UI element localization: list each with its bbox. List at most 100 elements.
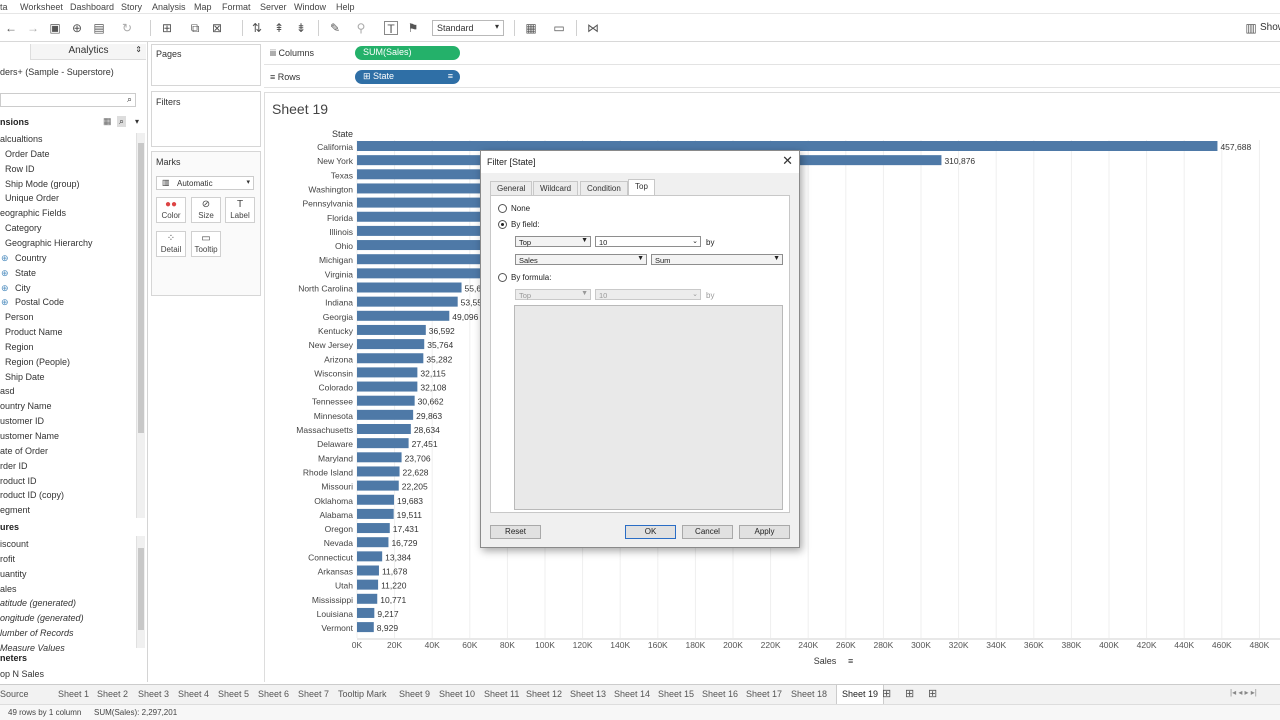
sheet-tab[interactable]: Sheet 19 <box>836 685 885 705</box>
count-select[interactable]: 10 ⌄ <box>595 236 701 247</box>
show-labels-icon[interactable]: T <box>384 21 398 36</box>
bar[interactable] <box>357 452 402 463</box>
detail-button[interactable]: ⁘ Detail <box>156 231 186 257</box>
menu-chevron-icon[interactable]: ▾ <box>135 117 139 126</box>
measures-scrollbar[interactable] <box>136 536 145 648</box>
none-radio[interactable] <box>498 204 507 213</box>
new-dashboard-icon[interactable]: ⊞ <box>905 687 914 700</box>
bar[interactable] <box>357 282 462 293</box>
bar[interactable] <box>357 494 395 505</box>
sheet-tab[interactable]: Source <box>0 689 29 699</box>
sheet-tab[interactable]: Sheet 14 <box>614 689 650 699</box>
measure-field[interactable]: atitude (generated) <box>0 598 76 608</box>
new-story-icon[interactable]: ⊞ <box>928 687 937 700</box>
dimension-field[interactable]: Row ID <box>5 164 35 174</box>
dimension-field[interactable]: ⊕ State <box>1 268 36 278</box>
dimension-field[interactable]: roduct ID <box>0 476 37 486</box>
measure-field[interactable]: iscount <box>0 539 29 549</box>
field-select[interactable]: Sales ▼ <box>515 254 647 265</box>
menu-server[interactable]: Server <box>260 2 287 12</box>
bar[interactable] <box>357 395 415 406</box>
dimension-field[interactable]: roduct ID (copy) <box>0 490 64 500</box>
tab-condition[interactable]: Condition <box>580 181 628 196</box>
dimension-field[interactable]: ountry Name <box>0 401 52 411</box>
bar[interactable] <box>357 480 399 491</box>
sheet-tab[interactable]: Sheet 16 <box>702 689 738 699</box>
measure-field[interactable]: Measure Values <box>0 643 65 651</box>
new-worksheet-icon[interactable]: ⊞ <box>882 687 891 700</box>
bar[interactable] <box>357 537 389 548</box>
refresh-icon[interactable]: ↻ <box>120 21 134 35</box>
new-datasource-icon[interactable]: ⊕ <box>70 21 84 35</box>
tab-wildcard[interactable]: Wildcard <box>533 181 579 196</box>
sheet-tab[interactable]: Sheet 18 <box>791 689 827 699</box>
highlight-icon[interactable]: ✎ <box>328 21 342 35</box>
bar[interactable] <box>357 565 379 576</box>
bar[interactable] <box>357 310 450 321</box>
parameter-item[interactable]: op N Sales <box>0 669 44 679</box>
scroll-thumb[interactable] <box>138 548 144 630</box>
bar[interactable] <box>357 268 490 279</box>
share-icon[interactable]: ⋈ <box>586 21 600 35</box>
menu-format[interactable]: Format <box>222 2 251 12</box>
dimensions-scrollbar[interactable] <box>136 133 145 518</box>
menu-analysis[interactable]: Analysis <box>152 2 186 12</box>
ok-button[interactable]: OK <box>625 525 676 539</box>
sheet-tab[interactable]: Sheet 1 <box>58 689 89 699</box>
formula-top-select[interactable]: Top ▼ <box>515 289 591 300</box>
menu-worksheet[interactable]: Worksheet <box>20 2 63 12</box>
by-formula-radio[interactable] <box>498 273 507 282</box>
top-bottom-select[interactable]: Top ▼ <box>515 236 591 247</box>
bar[interactable] <box>357 622 374 633</box>
show-me-icon[interactable]: ▥ <box>1244 21 1258 35</box>
dimension-field[interactable]: egment <box>0 505 30 515</box>
measure-field[interactable]: rofit <box>0 554 15 564</box>
bar[interactable] <box>357 593 378 604</box>
measure-field[interactable]: lumber of Records <box>0 628 74 638</box>
dimension-field[interactable]: Category <box>5 223 42 233</box>
dimension-field[interactable]: Geographic Hierarchy <box>5 238 93 248</box>
apply-button[interactable]: Apply <box>739 525 790 539</box>
sort-desc-icon[interactable]: ⇟ <box>294 21 308 35</box>
field-search-input[interactable]: ⌕ <box>0 93 136 107</box>
dimension-field[interactable]: ⊕ City <box>1 283 31 293</box>
swap-icon[interactable]: ⇅ <box>250 21 264 35</box>
bar[interactable] <box>357 353 424 364</box>
sheet-tab[interactable]: Sheet 3 <box>138 689 169 699</box>
menu-story[interactable]: Story <box>121 2 142 12</box>
tooltip-button[interactable]: ▭ Tooltip <box>191 231 221 257</box>
measure-field[interactable]: ales <box>0 584 17 594</box>
bar[interactable] <box>357 523 390 534</box>
dimension-field[interactable]: alcualtions <box>0 134 43 144</box>
bar[interactable] <box>357 579 379 590</box>
dimension-field[interactable]: Region <box>5 342 34 352</box>
bar[interactable] <box>357 296 458 307</box>
cancel-button[interactable]: Cancel <box>682 525 733 539</box>
tab-analytics[interactable]: Analytics ⇕ <box>30 44 146 60</box>
sheet-tab[interactable]: Sheet 6 <box>258 689 289 699</box>
bar[interactable] <box>357 324 426 335</box>
formula-editor[interactable] <box>514 305 783 510</box>
bar[interactable] <box>357 551 383 562</box>
sheet-tab[interactable]: Sheet 13 <box>570 689 606 699</box>
reset-button[interactable]: Reset <box>490 525 541 539</box>
dimension-field[interactable]: Ship Date <box>5 372 45 382</box>
view-icon[interactable]: ▦ <box>103 116 112 127</box>
sheet-tab[interactable]: Sheet 2 <box>97 689 128 699</box>
tab-top[interactable]: Top <box>628 179 655 196</box>
sort-icon[interactable]: ≡ <box>848 656 853 666</box>
bar[interactable] <box>357 409 414 420</box>
sheet-tab[interactable]: Sheet 10 <box>439 689 475 699</box>
dimension-field[interactable]: eographic Fields <box>0 208 66 218</box>
bar[interactable] <box>357 254 501 265</box>
sort-asc-icon[interactable]: ⇞ <box>272 21 286 35</box>
bar[interactable] <box>357 466 400 477</box>
measure-field[interactable]: uantity <box>0 569 27 579</box>
tab-nav-icons[interactable]: |◂ ◂ ▸ ▸| <box>1230 688 1257 697</box>
dimension-field[interactable]: Product Name <box>5 327 63 337</box>
pin-icon[interactable]: ⚑ <box>406 21 420 35</box>
menu-window[interactable]: Window <box>294 2 326 12</box>
sheet-tab[interactable]: Sheet 17 <box>746 689 782 699</box>
sheet-tab[interactable]: Sheet 11 <box>484 689 519 699</box>
group-icon[interactable]: ⚲ <box>354 21 368 35</box>
